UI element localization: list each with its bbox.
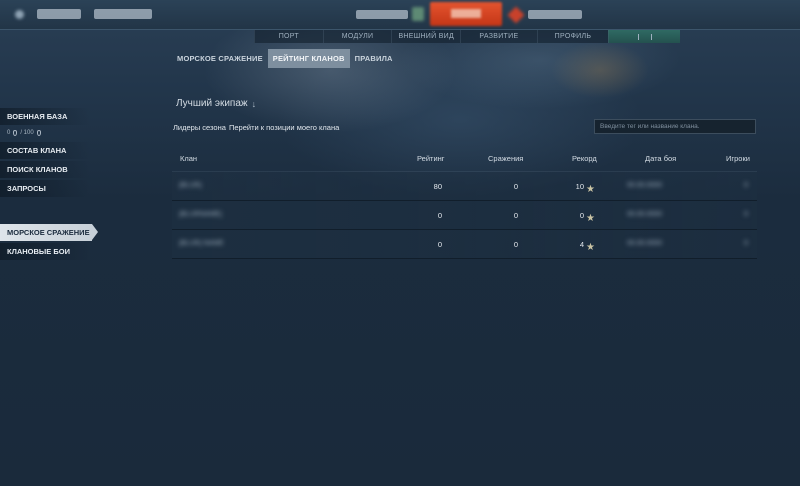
clan-name-cell[interactable]: [BLUR] NAME	[179, 240, 224, 247]
record-cell: 0	[579, 211, 584, 220]
nav-profile[interactable]: ПРОФИЛЬ	[536, 30, 609, 43]
clan-name-cell[interactable]: [BLURNAME]	[179, 211, 222, 218]
battles-cell: 0	[513, 211, 518, 220]
season-leaders-link[interactable]: Лидеры сезона	[173, 123, 226, 132]
nav-port[interactable]: ПОРТ	[254, 30, 323, 43]
sidebar-item-clan-battles[interactable]: КЛАНОВЫЕ БОИ	[0, 243, 90, 260]
main-nav: ПОРТ МОДУЛИ ВНЕШНИЙ ВИД РАЗВИТИЕ ПРОФИЛЬ	[254, 30, 680, 43]
battle-mode[interactable]	[356, 10, 408, 19]
header-rating[interactable]: Рейтинг	[417, 154, 445, 163]
oil-resource: 0 / 100	[0, 127, 110, 139]
combat-missions-icon[interactable]	[507, 6, 525, 24]
sidebar-item-naval-battle[interactable]: МОРСКОЕ СРАЖЕНИЕ	[0, 224, 98, 241]
best-crew-dropdown[interactable]: Лучший экипаж ↓	[176, 98, 256, 109]
record-cell: 4	[579, 240, 584, 249]
nav-clan[interactable]	[608, 30, 680, 43]
clan-bracket-icon	[637, 33, 652, 40]
clan-name-cell[interactable]: [BLUR]	[179, 182, 202, 189]
players-cell: 0	[744, 211, 748, 218]
sub-tabs: МОРСКОЕ СРАЖЕНИЕ РЕЙТИНГ КЛАНОВ ПРАВИЛА	[172, 49, 398, 68]
account-name[interactable]	[37, 9, 81, 19]
battle-date-cell: 00.00.0000	[627, 240, 663, 247]
nation-flag-icon	[412, 7, 424, 21]
battles-cell: 0	[513, 182, 518, 191]
oil-amount: 0	[7, 130, 11, 136]
oil-icon	[13, 130, 18, 136]
nav-development[interactable]: РАЗВИТИЕ	[460, 30, 537, 43]
sidebar-item-naval-base[interactable]: ВОЕННАЯ БАЗА	[0, 108, 90, 125]
header-clan[interactable]: Клан	[180, 154, 197, 163]
sidebar: ВОЕННАЯ БАЗА 0 / 100 СОСТАВ КЛАНА ПОИСК …	[0, 108, 110, 262]
table-header: Клан Рейтинг Сражения Рекорд Дата боя Иг…	[172, 146, 757, 172]
clan-rating-table: Клан Рейтинг Сражения Рекорд Дата боя Иг…	[172, 146, 757, 259]
oil-max: / 100	[20, 130, 34, 136]
header-battles[interactable]: Сражения	[488, 154, 523, 163]
record-cell: 10	[575, 182, 584, 191]
nav-modules[interactable]: МОДУЛИ	[322, 30, 392, 43]
combat-missions-label[interactable]	[528, 10, 582, 19]
star-icon: ★	[586, 213, 595, 224]
header-players[interactable]: Игроки	[726, 154, 750, 163]
account-icon[interactable]	[15, 10, 24, 19]
arrow-down-icon: ↓	[251, 98, 257, 109]
top-bar	[0, 0, 800, 30]
oil-icon	[36, 130, 41, 136]
nav-appearance[interactable]: ВНЕШНИЙ ВИД	[391, 30, 461, 43]
table-row[interactable]: [BLUR] NAME 0 0 4 ★ 00.00.0000 0	[172, 230, 757, 259]
tab-naval-battle[interactable]: МОРСКОЕ СРАЖЕНИЕ	[172, 49, 268, 68]
star-icon: ★	[586, 184, 595, 195]
tab-rules[interactable]: ПРАВИЛА	[350, 49, 398, 68]
table-row[interactable]: [BLURNAME] 0 0 0 ★ 00.00.0000 0	[172, 201, 757, 230]
rating-cell: 80	[433, 182, 442, 191]
rating-cell: 0	[437, 240, 442, 249]
battle-button[interactable]	[430, 2, 502, 26]
sidebar-item-requests[interactable]: ЗАПРОСЫ	[0, 180, 90, 197]
best-crew-label: Лучший экипаж	[176, 98, 248, 109]
clan-search-input[interactable]	[594, 119, 756, 134]
header-battle-date[interactable]: Дата боя	[645, 154, 676, 163]
goto-my-clan-link[interactable]: Перейти к позиции моего клана	[229, 123, 339, 132]
sidebar-item-clan-search[interactable]: ПОИСК КЛАНОВ	[0, 161, 90, 178]
clan-name[interactable]	[94, 9, 152, 19]
star-icon: ★	[586, 242, 595, 253]
header-record[interactable]: Рекорд	[572, 154, 597, 163]
sidebar-item-clan-roster[interactable]: СОСТАВ КЛАНА	[0, 142, 90, 159]
players-cell: 0	[744, 182, 748, 189]
battle-date-cell: 00.00.0000	[627, 182, 663, 189]
table-row[interactable]: [BLUR] 80 0 10 ★ 00.00.0000 0	[172, 172, 757, 201]
battle-date-cell: 00.00.0000	[627, 211, 663, 218]
players-cell: 0	[744, 240, 748, 247]
battles-cell: 0	[513, 240, 518, 249]
rating-cell: 0	[437, 211, 442, 220]
tab-clan-rating[interactable]: РЕЙТИНГ КЛАНОВ	[267, 49, 350, 68]
